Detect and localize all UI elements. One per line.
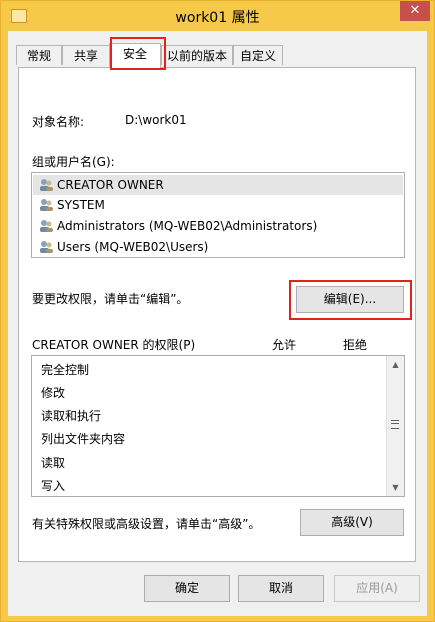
- user-name: Users (MQ-WEB02\Users): [57, 240, 209, 254]
- list-item-administrators[interactable]: Administrators (MQ-WEB02\Administrators): [38, 216, 317, 236]
- apply-button[interactable]: 应用(A): [334, 575, 420, 602]
- permission-row: 完全控制: [41, 363, 90, 377]
- close-button[interactable]: ✕: [400, 1, 430, 21]
- tab-previous-versions[interactable]: 以前的版本: [161, 45, 233, 65]
- groups-label: 组或用户名(G):: [32, 155, 115, 169]
- permission-row: 读取和执行: [41, 409, 102, 423]
- allow-column-header: 允许: [272, 338, 297, 352]
- user-name: CREATOR OWNER: [57, 178, 164, 192]
- close-icon: ✕: [409, 3, 421, 18]
- ok-button[interactable]: 确定: [144, 575, 230, 602]
- properties-window: work01 属性 ✕ 常规 共享 安全 以前的版本 自定义 对象名称: D:\…: [0, 0, 435, 622]
- user-name: Administrators (MQ-WEB02\Administrators): [57, 219, 318, 233]
- change-permissions-hint: 要更改权限，请单击“编辑”。: [32, 292, 189, 306]
- scroll-up-icon[interactable]: ▲: [387, 356, 404, 373]
- advanced-button[interactable]: 高级(V): [300, 509, 404, 536]
- list-item-system[interactable]: SYSTEM: [38, 195, 105, 215]
- scroll-down-icon[interactable]: ▼: [387, 479, 404, 496]
- object-name-value: D:\work01: [125, 113, 187, 127]
- permission-row: 列出文件夹内容: [41, 432, 126, 446]
- user-name: SYSTEM: [57, 198, 105, 212]
- cancel-button[interactable]: 取消: [238, 575, 324, 602]
- tab-security-highlight: [110, 37, 166, 70]
- permission-row: 修改: [41, 386, 66, 400]
- tab-customize[interactable]: 自定义: [233, 45, 283, 65]
- group-user-list[interactable]: CREATOR OWNER SYSTEM Administrators (MQ-…: [31, 172, 405, 258]
- user-group-icon: [40, 199, 53, 211]
- user-group-icon: [40, 220, 53, 232]
- deny-column-header: 拒绝: [343, 338, 368, 352]
- scroll-grip-icon[interactable]: [391, 420, 399, 429]
- title-bar[interactable]: work01 属性 ✕: [1, 1, 434, 31]
- tab-sharing[interactable]: 共享: [62, 45, 110, 65]
- dialog-client-area: 常规 共享 安全 以前的版本 自定义 对象名称: D:\work01 组或用户名…: [8, 31, 427, 616]
- permission-row: 读取: [41, 456, 66, 470]
- user-group-icon: [40, 241, 53, 253]
- list-item-users[interactable]: Users (MQ-WEB02\Users): [38, 237, 208, 257]
- list-item-creator-owner[interactable]: CREATOR OWNER: [33, 175, 403, 195]
- object-name-label: 对象名称:: [32, 115, 85, 129]
- edit-button[interactable]: 编辑(E)...: [296, 286, 404, 313]
- permissions-label: CREATOR OWNER 的权限(P): [32, 338, 196, 352]
- security-panel: 对象名称: D:\work01 组或用户名(G): CREATOR OWNER …: [18, 67, 416, 562]
- tab-general[interactable]: 常规: [16, 45, 62, 65]
- permissions-scrollbar[interactable]: ▲ ▼: [386, 356, 404, 496]
- user-icon: [40, 179, 53, 191]
- window-title: work01 属性: [175, 10, 260, 26]
- advanced-hint: 有关特殊权限或高级设置，请单击“高级”。: [32, 517, 261, 531]
- permissions-list[interactable]: 完全控制 修改 读取和执行 列出文件夹内容 读取 写入 ▲ ▼: [31, 355, 405, 497]
- permission-row: 写入: [41, 479, 66, 493]
